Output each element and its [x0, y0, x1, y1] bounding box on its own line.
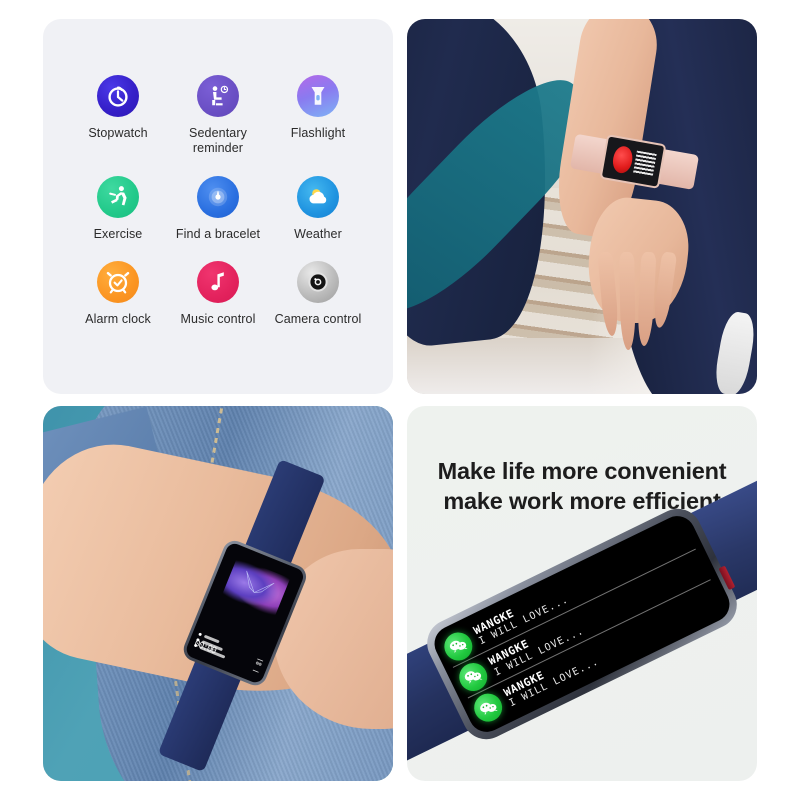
headline-line-1: Make life more convenient	[437, 458, 727, 484]
alarm-clock-icon	[97, 261, 139, 304]
find-bracelet-icon	[197, 175, 239, 218]
feature-weather[interactable]: Weather	[268, 175, 368, 242]
feature-stopwatch[interactable]: Stopwatch	[68, 75, 168, 156]
watch-screen: WANGKE I WILL LOVE... WANGKE I WILL LOVE…	[428, 509, 736, 738]
feature-find-bracelet[interactable]: Find a bracelet	[168, 175, 268, 242]
watch-secondary-stats: ▁▁ ◍◍ ▁▁	[252, 653, 265, 673]
feature-label: Weather	[294, 226, 342, 241]
feature-label: Camera control	[274, 312, 362, 327]
heart-rate-display	[610, 145, 634, 175]
watch-digits	[632, 150, 657, 177]
fingers	[597, 250, 688, 350]
feature-label: Stopwatch	[88, 126, 148, 140]
feature-grid: Stopwatch Sedentary reminder Flashlight …	[68, 75, 368, 327]
feature-label: Exercise	[93, 226, 143, 241]
product-feature-collage: Stopwatch Sedentary reminder Flashlight …	[0, 0, 800, 800]
feature-alarm-clock[interactable]: Alarm clock	[68, 261, 168, 327]
watch-case: WANGKE I WILL LOVE... WANGKE I WILL LOVE…	[419, 500, 745, 747]
feature-flashlight[interactable]: Flashlight	[268, 75, 368, 156]
camera-control-icon	[297, 261, 339, 304]
promo-panel: Make life more convenient make work more…	[407, 406, 757, 781]
fitness-lifestyle-photo	[407, 19, 757, 394]
denim-wrist-photo: 00:00 ▁▁ ◍◍ ▁▁	[43, 406, 393, 781]
sedentary-icon	[197, 75, 239, 117]
flashlight-icon	[297, 75, 339, 117]
feature-sedentary-reminder[interactable]: Sedentary reminder	[168, 75, 268, 156]
feature-label: Alarm clock	[85, 312, 151, 327]
feature-label: Find a bracelet	[175, 226, 261, 241]
feature-label: Music control	[180, 312, 256, 327]
smartwatch-notifications: WANGKE I WILL LOVE... WANGKE I WILL LOVE…	[407, 460, 757, 780]
music-control-icon	[197, 261, 239, 304]
weather-icon	[297, 175, 339, 218]
feature-label: Flashlight	[290, 126, 346, 140]
stopwatch-icon	[97, 75, 139, 117]
feature-label: Sedentary reminder	[189, 126, 247, 155]
feature-camera-control[interactable]: Camera control	[268, 261, 368, 327]
exercise-icon	[97, 175, 139, 218]
feature-music-control[interactable]: Music control	[168, 261, 268, 327]
butterfly-outline	[245, 569, 274, 593]
feature-exercise[interactable]: Exercise	[68, 175, 168, 242]
feature-panel: Stopwatch Sedentary reminder Flashlight …	[43, 19, 393, 394]
